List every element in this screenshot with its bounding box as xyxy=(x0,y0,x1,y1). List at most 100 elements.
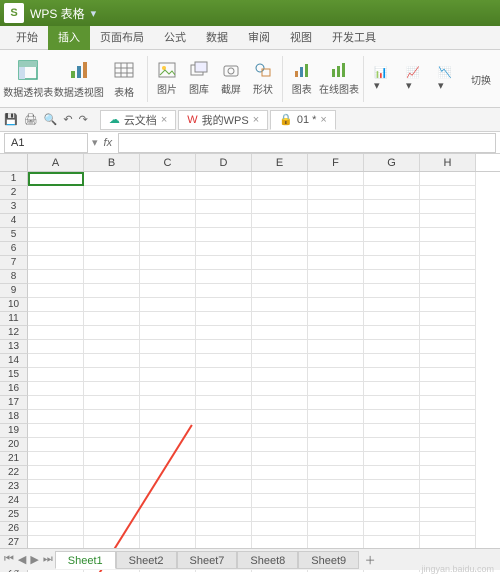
cell[interactable] xyxy=(84,382,140,396)
cell[interactable] xyxy=(140,172,196,186)
cell[interactable] xyxy=(420,284,476,298)
cell[interactable] xyxy=(28,242,84,256)
cell[interactable] xyxy=(28,424,84,438)
menu-审阅[interactable]: 审阅 xyxy=(238,26,280,50)
sheet-tab[interactable]: Sheet1 xyxy=(55,551,116,569)
row-header[interactable]: 25 xyxy=(0,508,28,522)
cell[interactable] xyxy=(364,438,420,452)
cell[interactable] xyxy=(364,424,420,438)
col-header-A[interactable]: A xyxy=(28,154,84,171)
cell[interactable] xyxy=(308,438,364,452)
shapes-button[interactable]: 形状 xyxy=(248,59,278,98)
cell[interactable] xyxy=(196,382,252,396)
gallery-button[interactable]: 图库 xyxy=(184,59,214,98)
row-header[interactable]: 20 xyxy=(0,438,28,452)
close-icon[interactable]: × xyxy=(253,114,259,126)
cell[interactable] xyxy=(420,494,476,508)
cell[interactable] xyxy=(252,228,308,242)
cell[interactable] xyxy=(84,522,140,536)
cell[interactable] xyxy=(140,354,196,368)
cell[interactable] xyxy=(140,284,196,298)
sheet-tab[interactable]: Sheet8 xyxy=(237,551,298,569)
cell[interactable] xyxy=(196,186,252,200)
menu-插入[interactable]: 插入 xyxy=(48,26,90,50)
cell[interactable] xyxy=(84,494,140,508)
cell[interactable] xyxy=(28,452,84,466)
cell[interactable] xyxy=(420,326,476,340)
cell[interactable] xyxy=(140,214,196,228)
row-header[interactable]: 4 xyxy=(0,214,28,228)
cell[interactable] xyxy=(196,242,252,256)
cell[interactable] xyxy=(364,312,420,326)
row-header[interactable]: 3 xyxy=(0,200,28,214)
cell[interactable] xyxy=(420,312,476,326)
nav-first[interactable]: ⏮ xyxy=(4,553,14,566)
cell[interactable] xyxy=(308,522,364,536)
cell[interactable] xyxy=(364,186,420,200)
cell[interactable] xyxy=(140,242,196,256)
menu-页面布局[interactable]: 页面布局 xyxy=(90,26,154,50)
cell[interactable] xyxy=(252,214,308,228)
row-header[interactable]: 24 xyxy=(0,494,28,508)
cell[interactable] xyxy=(84,270,140,284)
cell[interactable] xyxy=(308,494,364,508)
row-header[interactable]: 26 xyxy=(0,522,28,536)
col-header-G[interactable]: G xyxy=(364,154,420,171)
cell[interactable] xyxy=(252,284,308,298)
row-header[interactable]: 14 xyxy=(0,354,28,368)
doc-tab[interactable]: W我的WPS× xyxy=(178,110,268,130)
cell[interactable] xyxy=(140,270,196,284)
cell[interactable] xyxy=(140,494,196,508)
cell[interactable] xyxy=(196,438,252,452)
cell[interactable] xyxy=(308,480,364,494)
cell[interactable] xyxy=(420,438,476,452)
cell[interactable] xyxy=(252,382,308,396)
cell[interactable] xyxy=(364,256,420,270)
col-header-H[interactable]: H xyxy=(420,154,476,171)
cell[interactable] xyxy=(196,368,252,382)
row-header[interactable]: 22 xyxy=(0,466,28,480)
app-menu-dropdown[interactable]: ▾ xyxy=(91,7,97,20)
cell[interactable] xyxy=(196,354,252,368)
cell[interactable] xyxy=(84,312,140,326)
cell[interactable] xyxy=(420,410,476,424)
cell[interactable] xyxy=(420,508,476,522)
row-header[interactable]: 15 xyxy=(0,368,28,382)
cell[interactable] xyxy=(420,522,476,536)
cell[interactable] xyxy=(364,480,420,494)
row-header[interactable]: 11 xyxy=(0,312,28,326)
cell[interactable] xyxy=(364,298,420,312)
cell[interactable] xyxy=(196,214,252,228)
cell[interactable] xyxy=(420,214,476,228)
cell[interactable] xyxy=(420,298,476,312)
cell[interactable] xyxy=(196,284,252,298)
cell[interactable] xyxy=(140,368,196,382)
cell[interactable] xyxy=(84,368,140,382)
cell[interactable] xyxy=(28,438,84,452)
switch-button[interactable]: 切换 xyxy=(466,68,496,89)
cell[interactable] xyxy=(140,340,196,354)
row-header[interactable]: 16 xyxy=(0,382,28,396)
cell[interactable] xyxy=(140,410,196,424)
nav-next[interactable]: ▶ xyxy=(30,553,38,566)
cell[interactable] xyxy=(196,200,252,214)
cell[interactable] xyxy=(196,466,252,480)
menu-公式[interactable]: 公式 xyxy=(154,26,196,50)
cell[interactable] xyxy=(84,508,140,522)
cell[interactable] xyxy=(308,228,364,242)
row-header[interactable]: 8 xyxy=(0,270,28,284)
cell[interactable] xyxy=(364,340,420,354)
dropdown-2[interactable]: 📈▾ xyxy=(400,68,430,90)
row-header[interactable]: 9 xyxy=(0,284,28,298)
dropdown-3[interactable]: 📉▾ xyxy=(432,68,462,90)
cell[interactable] xyxy=(28,340,84,354)
cell[interactable] xyxy=(364,200,420,214)
cell[interactable] xyxy=(140,508,196,522)
cell[interactable] xyxy=(420,200,476,214)
cell[interactable] xyxy=(140,256,196,270)
cell[interactable] xyxy=(84,256,140,270)
cell[interactable] xyxy=(140,200,196,214)
undo-button[interactable]: ↶ xyxy=(63,113,72,126)
cell[interactable] xyxy=(364,382,420,396)
row-header[interactable]: 18 xyxy=(0,410,28,424)
